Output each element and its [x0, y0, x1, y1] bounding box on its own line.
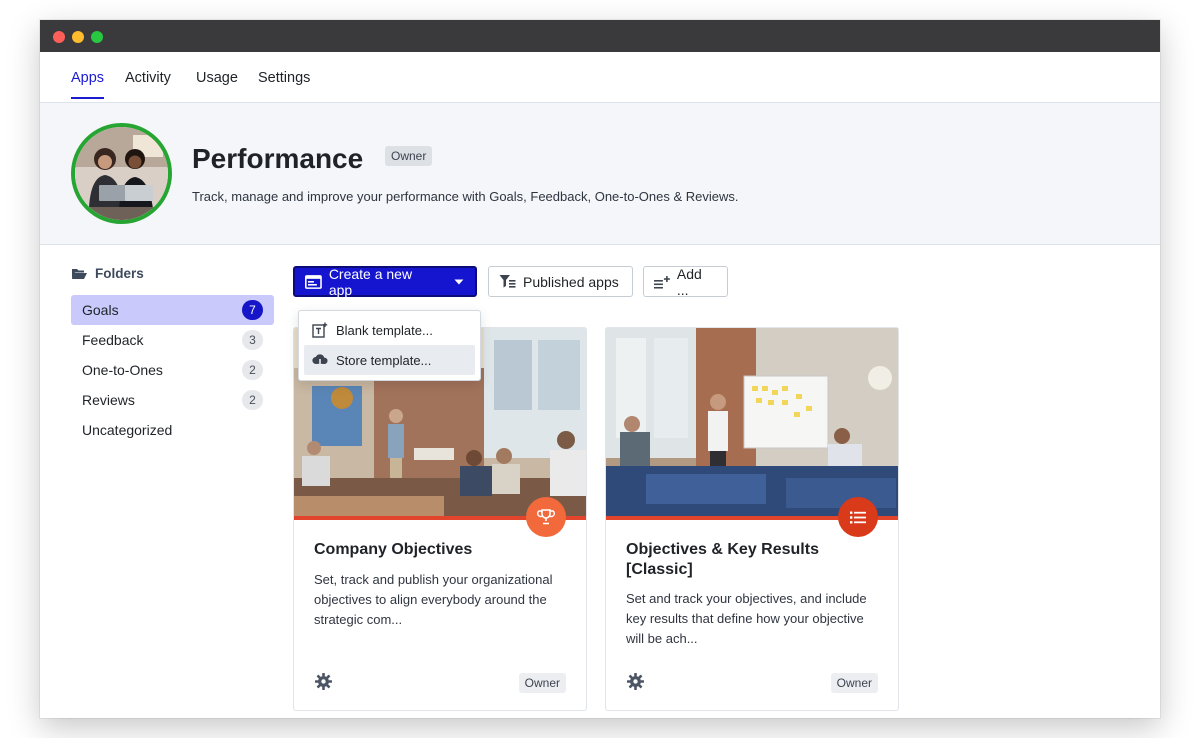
sidebar-item-reviews[interactable]: Reviews 2: [71, 385, 274, 415]
create-app-menu: Blank template... Store template...: [298, 310, 481, 381]
card-title: Objectives & Key Results [Classic]: [626, 541, 819, 578]
sidebar-item-uncategorized[interactable]: Uncategorized: [71, 415, 274, 445]
filter-icon: [499, 275, 516, 288]
space-avatar: [71, 123, 172, 224]
card-owner-badge: Owner: [830, 673, 878, 693]
app-window-icon: [305, 274, 322, 289]
add-button[interactable]: Add ...: [643, 266, 728, 298]
space-title: Performance: [192, 143, 364, 174]
minimize-window-button[interactable]: [72, 31, 84, 43]
caret-down-icon: [454, 279, 464, 284]
gear-icon[interactable]: [627, 673, 644, 690]
browser-window: Apps Activity Usage Settings Performance: [40, 20, 1160, 718]
cloud-download-icon: [312, 353, 328, 368]
menu-item-blank-template[interactable]: Blank template...: [304, 315, 475, 345]
sidebar-item-one-to-ones[interactable]: One-to-Ones 2: [71, 355, 274, 385]
add-list-icon: [654, 275, 670, 289]
folder-count: 2: [242, 390, 263, 410]
space-description: Track, manage and improve your performan…: [192, 189, 739, 204]
zoom-window-button[interactable]: [91, 31, 103, 43]
card-description: Set, track and publish your organization…: [314, 572, 553, 627]
sidebar-item-feedback[interactable]: Feedback 3: [71, 325, 274, 355]
app-card-okr-classic[interactable]: Objectives & Key Results [Classic] Set a…: [605, 327, 899, 711]
folder-open-icon: [72, 268, 87, 279]
published-apps-button[interactable]: Published apps: [488, 266, 633, 297]
app-type-badge: [838, 497, 878, 537]
card-owner-badge: Owner: [518, 673, 566, 693]
folder-count: 3: [242, 330, 263, 350]
folders-sidebar: Folders Goals 7 Feedback 3 One-to-Ones 2…: [71, 263, 274, 445]
trophy-icon: [537, 509, 555, 525]
card-description: Set and track your objectives, and inclu…: [626, 591, 867, 646]
app-card-company-objectives[interactable]: Company Objectives Set, track and publis…: [293, 327, 587, 711]
window-titlebar: [40, 20, 1160, 52]
menu-item-store-template[interactable]: Store template...: [304, 345, 475, 375]
folder-count: 2: [242, 360, 263, 380]
card-title: Company Objectives: [314, 541, 473, 558]
gear-icon[interactable]: [315, 673, 332, 690]
list-icon: [850, 511, 866, 523]
close-window-button[interactable]: [53, 31, 65, 43]
top-navigation: Apps Activity Usage Settings: [40, 52, 1160, 103]
space-header: Performance Owner Track, manage and impr…: [40, 103, 1160, 245]
tab-apps[interactable]: Apps: [71, 70, 105, 99]
app-type-badge: [526, 497, 566, 537]
folders-heading: Folders: [71, 263, 274, 283]
card-cover-image: [606, 328, 898, 520]
tab-settings[interactable]: Settings: [258, 70, 310, 86]
blank-template-icon: [312, 322, 328, 338]
sidebar-item-goals[interactable]: Goals 7: [71, 295, 274, 325]
tab-activity[interactable]: Activity: [125, 70, 171, 86]
role-badge: Owner: [385, 146, 433, 166]
folder-count: 7: [242, 300, 263, 320]
tab-usage[interactable]: Usage: [196, 70, 238, 86]
create-app-button[interactable]: Create a new app: [293, 266, 477, 298]
